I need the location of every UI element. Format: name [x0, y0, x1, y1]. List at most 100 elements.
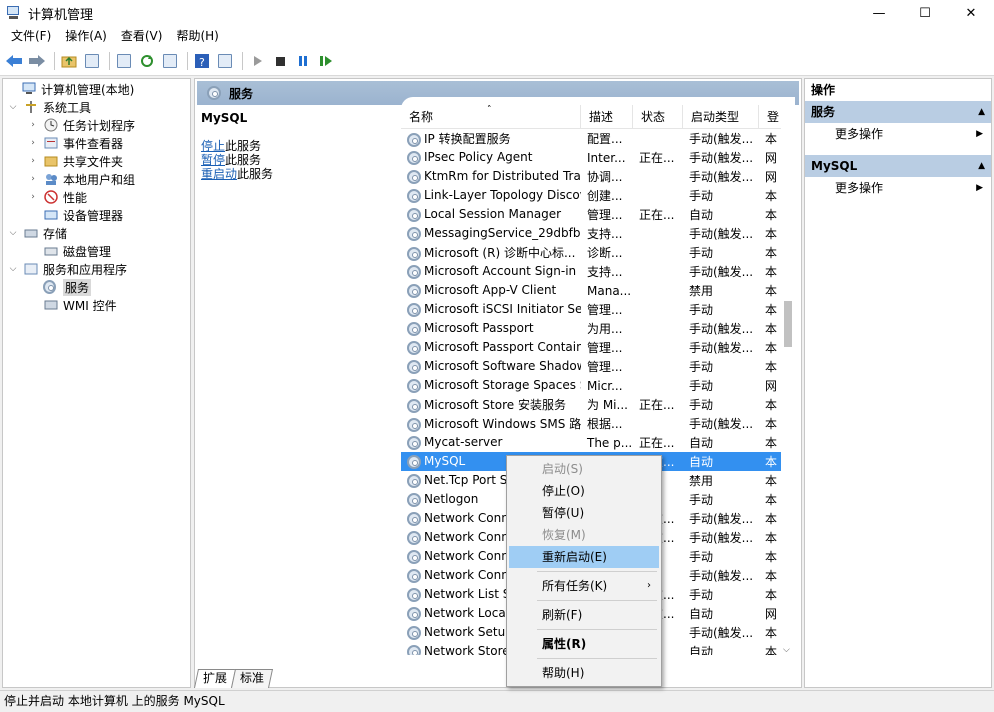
- menu-stop[interactable]: 停止(O): [509, 480, 659, 502]
- service-startup-type: 自动: [689, 208, 714, 222]
- column-status[interactable]: 状态: [633, 104, 683, 129]
- tree-root[interactable]: 计算机管理(本地): [5, 80, 134, 98]
- service-name: MessagingService_29dbfb1: [424, 226, 581, 241]
- menu-action[interactable]: 操作(A): [58, 26, 114, 46]
- pause-service-link[interactable]: 暂停: [201, 153, 225, 167]
- tree-storage[interactable]: ⌵ 存储: [7, 224, 67, 242]
- menu-properties[interactable]: 属性(R): [509, 633, 659, 655]
- selected-service-name: MySQL: [201, 111, 248, 125]
- actions-section-mysql[interactable]: MySQL ▲: [805, 155, 991, 177]
- tree-wmi[interactable]: WMI 控件: [43, 296, 117, 314]
- show-hide-tree-icon[interactable]: [82, 51, 102, 71]
- back-icon[interactable]: [4, 51, 24, 71]
- tree-task-scheduler[interactable]: › 任务计划程序: [27, 116, 135, 134]
- mysql-more-actions[interactable]: 更多操作 ▶: [805, 177, 991, 199]
- gear-icon: [407, 587, 421, 602]
- menu-all-tasks[interactable]: 所有任务(K) ›: [509, 575, 659, 597]
- collapse-up-icon[interactable]: ▲: [978, 101, 985, 123]
- expand-chevron-icon[interactable]: ›: [27, 120, 39, 130]
- collapse-up-icon[interactable]: ▲: [978, 155, 985, 177]
- service-status: 正在...: [639, 208, 675, 222]
- scroll-right-icon[interactable]: ›: [765, 654, 769, 655]
- stop-service-link[interactable]: 停止: [201, 139, 225, 153]
- table-row[interactable]: Microsoft Store 安装服务 为 Mi... 正在... 手动 本: [401, 395, 781, 414]
- column-description[interactable]: 描述: [581, 104, 633, 129]
- tree-device-manager[interactable]: 设备管理器: [43, 206, 123, 224]
- table-row[interactable]: Microsoft (R) 诊断中心标... 诊断... 手动 本: [401, 243, 781, 262]
- show-action-pane-icon[interactable]: [215, 51, 235, 71]
- forward-icon[interactable]: [27, 51, 47, 71]
- menu-refresh[interactable]: 刷新(F): [509, 604, 659, 626]
- service-name: Microsoft Software Shadow...: [424, 359, 581, 374]
- table-row[interactable]: Microsoft iSCSI Initiator Ser... 管理... 手动 本: [401, 300, 781, 319]
- service-description: 管理...: [587, 303, 623, 317]
- properties-icon[interactable]: [114, 51, 134, 71]
- maximize-button[interactable]: ☐: [902, 0, 948, 26]
- collapse-chevron-icon[interactable]: ⌵: [7, 264, 19, 274]
- help-icon[interactable]: ?: [192, 51, 212, 71]
- table-row[interactable]: Microsoft Passport Container 管理... 手动(触发..…: [401, 338, 781, 357]
- minimize-button[interactable]: —: [856, 0, 902, 26]
- tree-system-tools[interactable]: ⌵ 系统工具: [7, 98, 91, 116]
- expand-chevron-icon[interactable]: ›: [27, 138, 39, 148]
- menu-pause[interactable]: 暂停(U): [509, 502, 659, 524]
- tree-event-viewer[interactable]: › 事件查看器: [27, 134, 123, 152]
- column-logon[interactable]: 登: [759, 105, 781, 129]
- vertical-scrollbar[interactable]: ⌵: [781, 129, 795, 655]
- table-row[interactable]: Mycat-server The p... 正在... 自动 本: [401, 433, 781, 452]
- menu-help[interactable]: 帮助(H): [509, 662, 659, 684]
- scroll-thumb[interactable]: [784, 301, 792, 347]
- table-row[interactable]: Microsoft Software Shadow... 管理... 手动 本: [401, 357, 781, 376]
- expand-chevron-icon[interactable]: ›: [27, 192, 39, 202]
- actions-section-services[interactable]: 服务 ▲: [805, 101, 991, 123]
- refresh-icon[interactable]: [137, 51, 157, 71]
- stop-service-icon[interactable]: [270, 51, 290, 71]
- tree-local-users[interactable]: › 本地用户和组: [27, 170, 135, 188]
- menu-help[interactable]: 帮助(H): [169, 26, 225, 46]
- menu-file[interactable]: 文件(F): [4, 26, 58, 46]
- table-row[interactable]: Microsoft Account Sign-in ... 支持... 手动(触发.…: [401, 262, 781, 281]
- collapse-chevron-icon[interactable]: ⌵: [7, 102, 19, 112]
- tab-standard[interactable]: 标准: [230, 669, 274, 688]
- expand-chevron-icon[interactable]: ›: [27, 156, 39, 166]
- tree-shared-folders[interactable]: › 共享文件夹: [27, 152, 123, 170]
- service-startup-type: 手动(触发...: [689, 265, 754, 279]
- column-startup-type[interactable]: 启动类型: [683, 104, 759, 129]
- service-logon: 本: [765, 512, 778, 526]
- table-row[interactable]: Microsoft Passport 为用... 手动(触发... 本: [401, 319, 781, 338]
- collapse-chevron-icon[interactable]: ⌵: [7, 228, 19, 238]
- table-row[interactable]: IPsec Policy Agent Inter... 正在... 手动(触发... 网: [401, 148, 781, 167]
- start-service-icon[interactable]: [247, 51, 267, 71]
- table-row[interactable]: Microsoft Windows SMS 路... 根据... 手动(触发... 本: [401, 414, 781, 433]
- service-description: Inter...: [587, 150, 626, 165]
- menu-view[interactable]: 查看(V): [114, 26, 170, 46]
- column-name[interactable]: 名称 ˄: [401, 104, 581, 129]
- scroll-down-icon[interactable]: ⌵: [783, 645, 790, 655]
- device-manager-icon: [43, 207, 59, 223]
- table-row[interactable]: IP 转换配置服务 配置... 手动(触发... 本: [401, 129, 781, 148]
- scroll-left-icon[interactable]: ‹: [403, 654, 407, 655]
- table-row[interactable]: Link-Layer Topology Discov... 创建... 手动 本: [401, 186, 781, 205]
- restart-service-icon[interactable]: [316, 51, 336, 71]
- table-row[interactable]: Microsoft Storage Spaces S... Micr... 手动 网: [401, 376, 781, 395]
- tab-extended[interactable]: 扩展: [193, 669, 237, 688]
- services-more-actions[interactable]: 更多操作 ▶: [805, 123, 991, 145]
- tree-disk-management[interactable]: 磁盘管理: [43, 242, 111, 260]
- table-row[interactable]: Local Session Manager 管理... 正在... 自动 本: [401, 205, 781, 224]
- export-list-icon[interactable]: [160, 51, 180, 71]
- up-folder-icon[interactable]: [59, 51, 79, 71]
- status-bar: 停止并启动 本地计算机 上的服务 MySQL: [0, 690, 994, 712]
- tree-services[interactable]: 服务: [43, 278, 92, 296]
- table-row[interactable]: Microsoft App-V Client Mana... 禁用 本: [401, 281, 781, 300]
- table-row[interactable]: MessagingService_29dbfb1 支持... 手动(触发... 本: [401, 224, 781, 243]
- menu-resume: 恢复(M): [542, 528, 586, 542]
- restart-service-link[interactable]: 重启动: [201, 167, 237, 181]
- expand-chevron-icon[interactable]: ›: [27, 174, 39, 184]
- table-row[interactable]: KtmRm for Distributed Tran... 协调... 手动(触发.…: [401, 167, 781, 186]
- pause-service-icon[interactable]: [293, 51, 313, 71]
- tree-performance[interactable]: › 性能: [27, 188, 87, 206]
- menu-restart[interactable]: 重新启动(E): [509, 546, 659, 568]
- table-header: 名称 ˄ 描述 状态 启动类型 登: [401, 104, 781, 129]
- tree-services-apps[interactable]: ⌵ 服务和应用程序: [7, 260, 127, 278]
- close-button[interactable]: ✕: [948, 0, 994, 26]
